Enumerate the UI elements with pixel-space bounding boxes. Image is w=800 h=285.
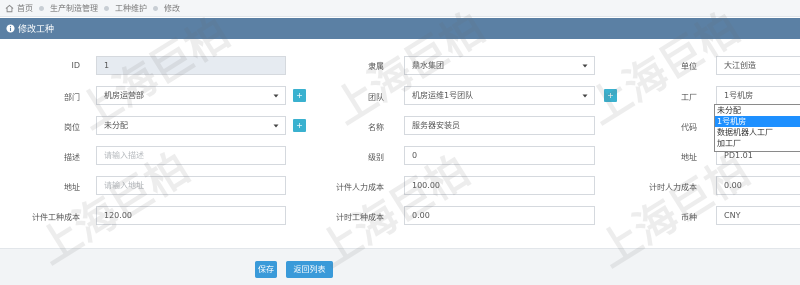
hourly-work-cost-label: 计时工种成本	[336, 213, 384, 222]
name-label: 名称	[368, 123, 384, 132]
factory-option[interactable]: 未分配	[715, 105, 800, 116]
breadcrumb-production[interactable]: 生产制造管理	[50, 3, 98, 14]
piece-work-cost-label: 计件工种成本	[32, 213, 80, 222]
chevron-down-icon	[582, 94, 588, 98]
add-team-button[interactable]: +	[604, 89, 617, 102]
page-title: 修改工种	[18, 25, 55, 35]
belongs-label: 隶属	[368, 62, 384, 71]
add-post-button[interactable]: +	[293, 119, 306, 132]
breadcrumb-worktype[interactable]: 工种维护	[115, 3, 147, 14]
level-input[interactable]: 0	[404, 146, 595, 165]
dept-label: 部门	[64, 93, 80, 102]
breadcrumb-separator-icon	[153, 5, 158, 11]
location-input[interactable]: 请输入地址	[96, 176, 286, 195]
currency-value: CNY	[724, 211, 741, 220]
info-icon	[6, 24, 15, 33]
piece-work-cost-input[interactable]: 120.00	[96, 206, 286, 225]
currency-label: 币种	[681, 213, 697, 222]
chevron-down-icon	[273, 124, 279, 128]
address-label: 地址	[681, 153, 697, 162]
home-icon[interactable]	[5, 4, 14, 13]
action-bar	[0, 248, 800, 285]
team-select[interactable]: 机房运维1号团队	[404, 86, 595, 105]
breadcrumb-home[interactable]: 首页	[17, 3, 33, 14]
unit-label: 单位	[681, 62, 697, 71]
post-label: 岗位	[64, 123, 80, 132]
team-label: 团队	[368, 93, 384, 102]
team-value: 机房运维1号团队	[412, 91, 474, 100]
hourly-labor-cost-input[interactable]: 0.00	[716, 176, 800, 195]
back-to-list-button[interactable]: 返回列表	[286, 261, 333, 278]
location-label: 地址	[64, 183, 80, 192]
unit-select[interactable]: 大江创造	[716, 56, 800, 75]
hourly-labor-cost-label: 计时人力成本	[649, 183, 697, 192]
chevron-down-icon	[273, 94, 279, 98]
desc-label: 描述	[64, 153, 80, 162]
breadcrumb-current: 修改	[164, 3, 180, 13]
dept-value: 机房运营部	[104, 91, 144, 100]
piece-labor-cost-input[interactable]: 100.00	[404, 176, 595, 195]
id-field: 1	[96, 56, 286, 75]
post-value: 未分配	[104, 121, 128, 130]
code-label: 代码	[681, 123, 697, 132]
factory-value: 1号机房	[724, 91, 754, 100]
factory-option-selected[interactable]: 1号机房	[715, 116, 800, 127]
desc-input[interactable]: 请输入描述	[96, 146, 286, 165]
chevron-down-icon	[582, 64, 588, 68]
factory-dropdown-list: 未分配 1号机房 数据机器人工厂 加工厂	[714, 104, 800, 152]
level-label: 级别	[368, 153, 384, 162]
breadcrumb-separator-icon	[104, 5, 109, 11]
factory-option[interactable]: 数据机器人工厂	[715, 127, 800, 138]
hourly-work-cost-input[interactable]: 0.00	[404, 206, 595, 225]
currency-select[interactable]: CNY	[716, 206, 800, 225]
save-button[interactable]: 保存	[255, 261, 277, 278]
factory-select[interactable]: 1号机房	[716, 86, 800, 105]
name-input[interactable]: 服务器安装员	[404, 116, 595, 135]
dept-select[interactable]: 机房运营部	[96, 86, 286, 105]
unit-value: 大江创造	[724, 61, 756, 70]
factory-label: 工厂	[681, 93, 697, 102]
watermark: 上海巨柏 上海巨柏 上海巨柏 上海巨柏 上海巨柏 上海巨柏	[29, 3, 757, 277]
belongs-value: 鼎水集团	[412, 61, 444, 70]
belongs-select[interactable]: 鼎水集团	[404, 56, 595, 75]
post-select[interactable]: 未分配	[96, 116, 286, 135]
add-dept-button[interactable]: +	[293, 89, 306, 102]
breadcrumb: 首页 生产制造管理 工种维护 修改	[0, 0, 800, 17]
page-title-bar: 修改工种	[0, 18, 800, 39]
breadcrumb-separator-icon	[39, 5, 44, 11]
piece-labor-cost-label: 计件人力成本	[336, 183, 384, 192]
id-label: ID	[71, 61, 80, 70]
factory-option[interactable]: 加工厂	[715, 138, 800, 149]
